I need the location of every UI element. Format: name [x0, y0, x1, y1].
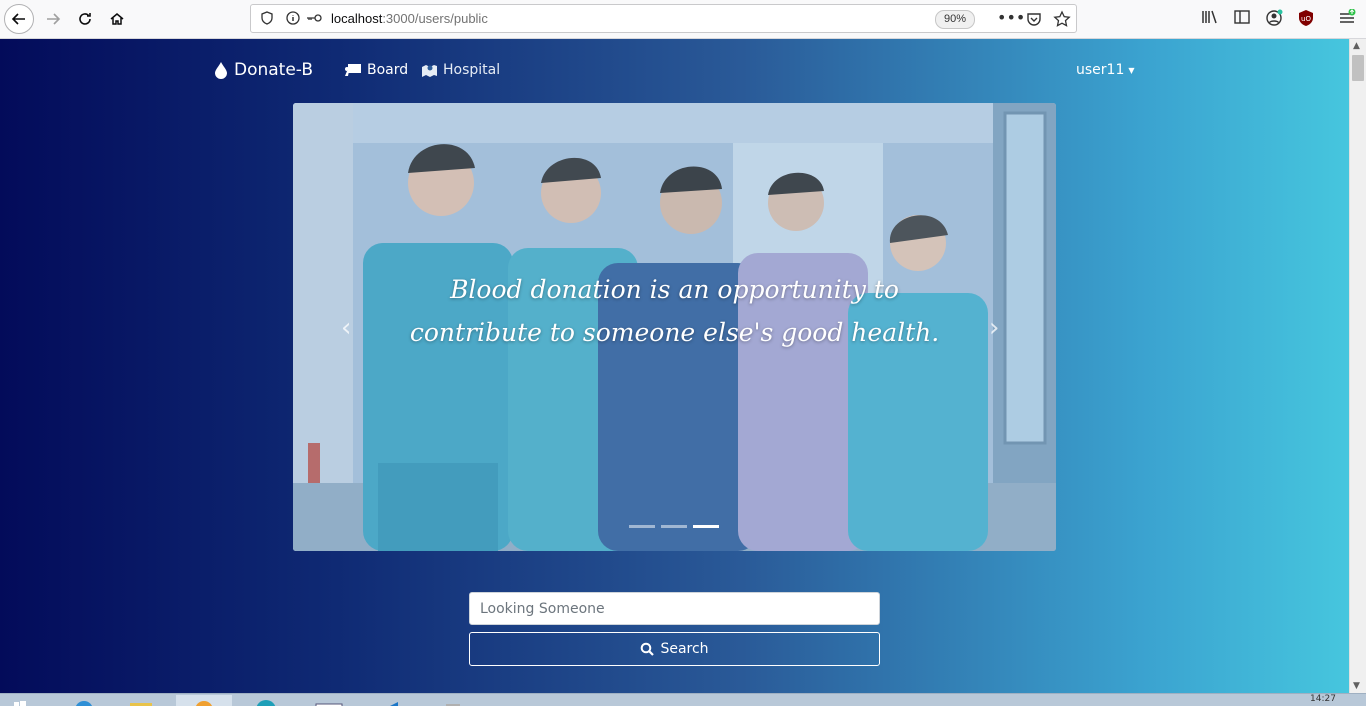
- username: user11: [1076, 62, 1125, 78]
- chevron-right-icon[interactable]: ›: [989, 313, 999, 343]
- brand-name: Donate-B: [234, 60, 313, 80]
- taskbar-app-icon[interactable]: [424, 695, 480, 706]
- url-text[interactable]: localhost:3000/users/public: [331, 11, 488, 26]
- nav-link-board[interactable]: Board: [344, 62, 408, 78]
- nav-link-label: Hospital: [443, 62, 501, 78]
- zoom-indicator[interactable]: 90%: [935, 10, 975, 29]
- caption-line-1: Blood donation is an opportunity to: [450, 275, 899, 304]
- arrow-left-icon: [11, 13, 25, 25]
- page-viewport: Donate-B Board Hospital user11 ▼ Blood d…: [0, 39, 1349, 693]
- home-icon: [110, 13, 124, 25]
- carousel-indicators: [629, 525, 719, 528]
- reload-icon: [79, 13, 91, 25]
- account-icon[interactable]: [1265, 9, 1283, 27]
- library-icon[interactable]: [1201, 9, 1219, 25]
- nav-link-hospital[interactable]: Hospital: [421, 62, 500, 78]
- taskbar-ie-icon[interactable]: [60, 695, 116, 706]
- sidebar-icon[interactable]: [1233, 9, 1251, 25]
- windows-icon: [14, 701, 26, 706]
- star-bookmark-icon[interactable]: [1053, 10, 1071, 28]
- start-button[interactable]: [0, 695, 40, 706]
- carousel-caption: Blood donation is an opportunity to cont…: [293, 268, 1056, 354]
- caret-down-icon: ▼: [1128, 65, 1135, 75]
- search-input[interactable]: [469, 592, 880, 625]
- search-icon: [641, 642, 655, 656]
- url-host: localhost: [331, 11, 383, 26]
- more-actions-icon[interactable]: •••: [997, 8, 1025, 27]
- search-button[interactable]: Search: [469, 632, 880, 666]
- search-button-label: Search: [660, 641, 709, 657]
- taskbar-vscode-icon[interactable]: [362, 695, 418, 706]
- key-icon[interactable]: [305, 10, 323, 26]
- brand-logo[interactable]: Donate-B: [214, 60, 313, 80]
- scroll-thumb[interactable]: [1352, 55, 1364, 81]
- chalkboard-icon: [345, 64, 361, 76]
- arrow-right-icon: [47, 13, 61, 25]
- hero-carousel[interactable]: Blood donation is an opportunity to cont…: [293, 103, 1056, 551]
- caption-line-2: contribute to someone else's good health…: [409, 318, 940, 347]
- ublock-icon[interactable]: uO: [1297, 9, 1315, 27]
- taskbar-explorer-icon[interactable]: [118, 695, 174, 706]
- taskbar-edge-icon[interactable]: [238, 695, 294, 706]
- carousel-indicator-2[interactable]: [661, 525, 687, 528]
- svg-text:uO: uO: [1301, 15, 1311, 23]
- url-path: :3000/users/public: [382, 11, 488, 26]
- shield-icon[interactable]: [259, 10, 275, 26]
- taskbar-window-icon[interactable]: [300, 695, 356, 706]
- info-icon[interactable]: [285, 10, 301, 26]
- pocket-icon[interactable]: [1026, 11, 1042, 27]
- menu-icon[interactable]: [1338, 9, 1356, 27]
- carousel-indicator-1[interactable]: [629, 525, 655, 528]
- taskbar-firefox-icon[interactable]: [176, 695, 232, 706]
- os-taskbar: 14:27: [0, 693, 1366, 706]
- map-marked-icon: [422, 65, 437, 77]
- blood-drop-icon: [215, 62, 227, 79]
- page-scrollbar[interactable]: ▲ ▼: [1349, 39, 1366, 693]
- carousel-indicator-3[interactable]: [693, 525, 719, 528]
- taskbar-clock: 14:27: [1310, 694, 1336, 704]
- nav-link-label: Board: [367, 62, 409, 78]
- forward-button[interactable]: [38, 4, 68, 34]
- reload-button[interactable]: [70, 4, 100, 34]
- scroll-down-icon[interactable]: ▼: [1353, 681, 1360, 691]
- chevron-left-icon[interactable]: ‹: [341, 313, 351, 343]
- browser-toolbar: localhost:3000/users/public 90% ••• uO: [0, 0, 1366, 39]
- url-bar[interactable]: localhost:3000/users/public 90% •••: [250, 4, 1077, 33]
- back-button[interactable]: [4, 4, 34, 34]
- home-button[interactable]: [102, 4, 132, 34]
- user-dropdown[interactable]: user11 ▼: [1076, 62, 1135, 78]
- scroll-up-icon[interactable]: ▲: [1353, 41, 1360, 51]
